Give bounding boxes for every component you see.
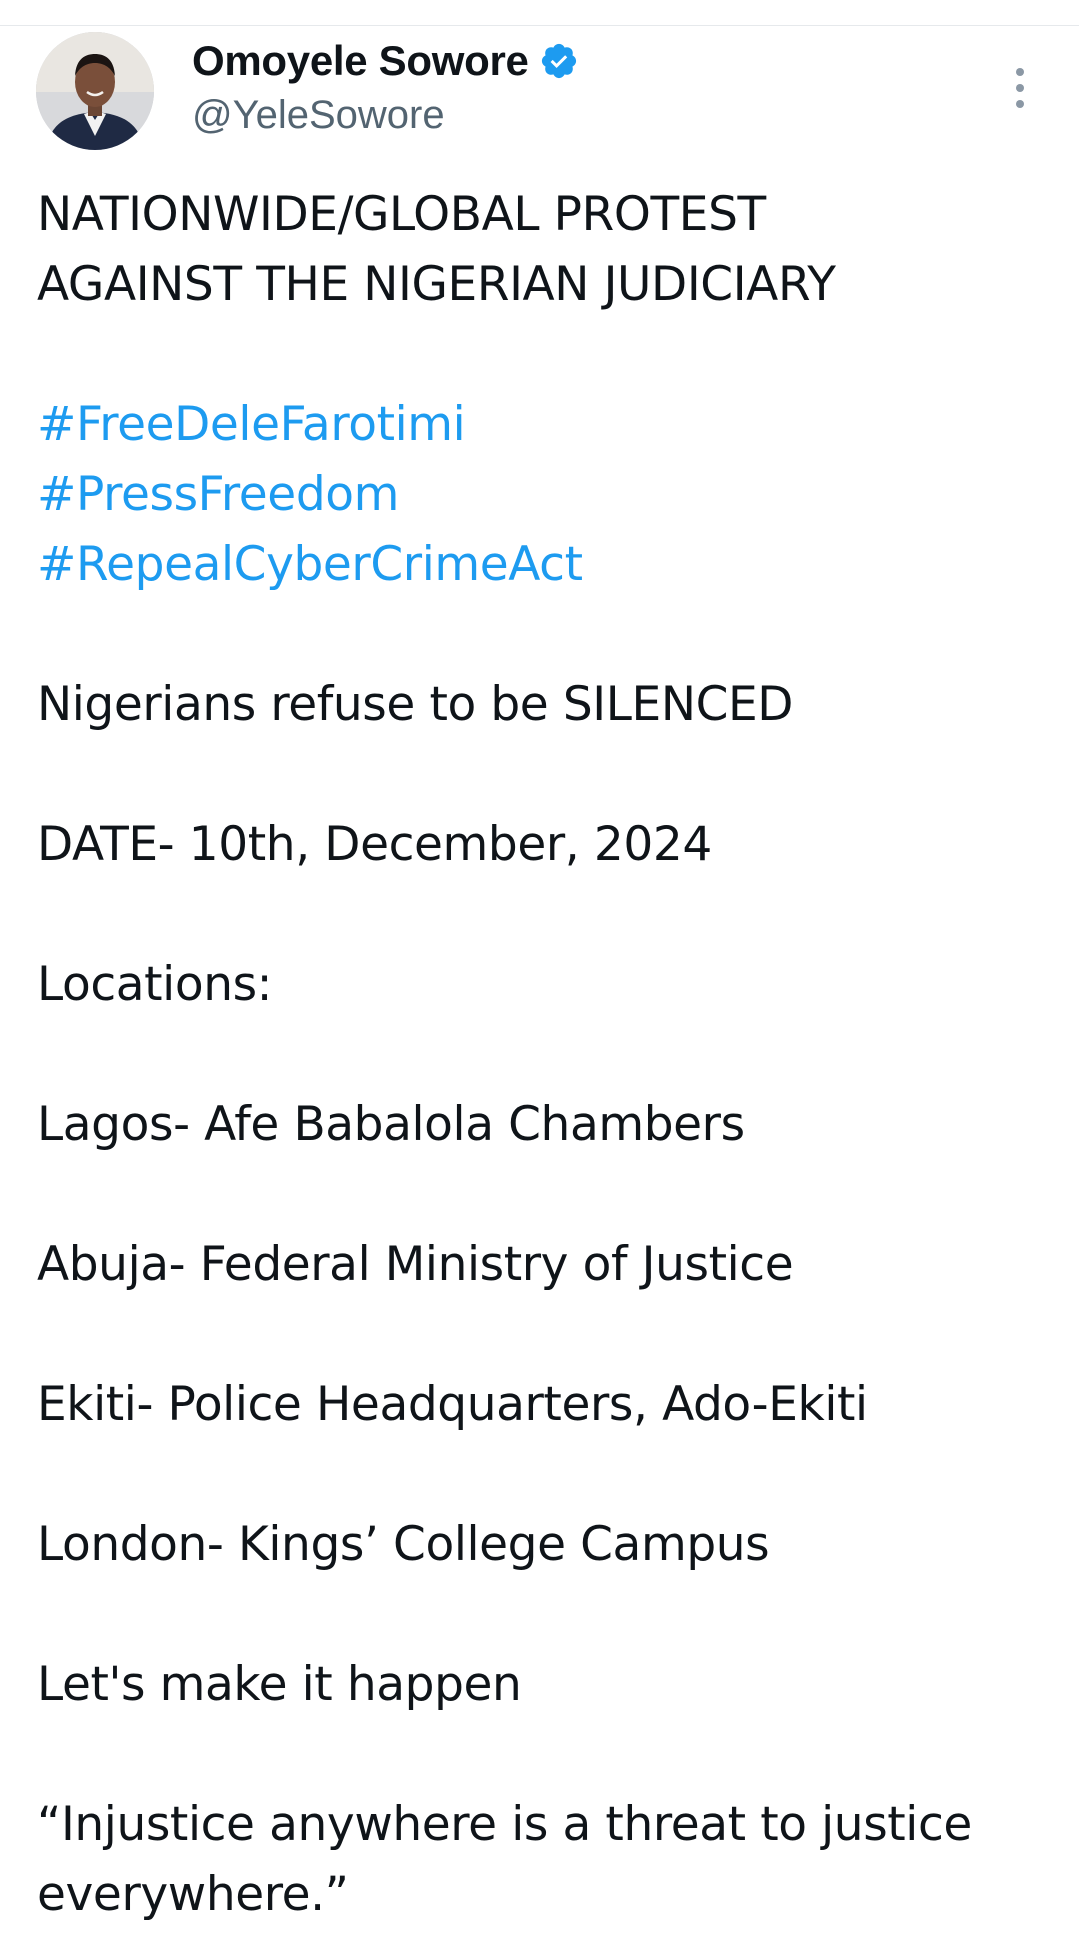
tweet-slogan: Nigerians refuse to be SILENCED — [37, 677, 794, 732]
hashtag-link[interactable]: #RepealCyberCrimeAct — [37, 537, 583, 592]
tweet-date: DATE- 10th, December, 2024 — [37, 817, 712, 872]
tweet-title-line-2: AGAINST THE NIGERIAN JUDICIARY — [37, 257, 836, 312]
location-item: Abuja- Federal Ministry of Justice — [37, 1237, 794, 1292]
author-display-name[interactable]: Omoyele Sowore — [192, 36, 529, 86]
author-handle[interactable]: @YeleSowore — [192, 88, 579, 142]
tweet-text: NATIONWIDE/GLOBAL PROTEST AGAINST THE NI… — [37, 180, 1047, 1930]
more-options-button[interactable] — [1000, 58, 1040, 118]
location-item: Lagos- Afe Babalola Chambers — [37, 1097, 745, 1152]
hashtag-link[interactable]: #PressFreedom — [37, 467, 399, 522]
avatar[interactable] — [36, 32, 154, 150]
display-name-row: Omoyele Sowore — [192, 36, 579, 86]
more-options-icon-dot — [1016, 84, 1024, 92]
tweet-header: Omoyele Sowore @YeleSowore — [0, 30, 1079, 154]
avatar-image — [36, 32, 154, 150]
location-item: London- Kings’ College Campus — [37, 1517, 770, 1572]
hashtag-link[interactable]: #FreeDeleFarotimi — [37, 397, 466, 452]
call-to-action: Let's make it happen — [37, 1657, 522, 1712]
locations-heading: Locations: — [37, 957, 273, 1012]
more-options-icon-dot — [1016, 100, 1024, 108]
top-divider — [0, 25, 1079, 26]
tweet-quote: “Injustice anywhere is a threat to justi… — [37, 1797, 972, 1922]
tweet-title-line-1: NATIONWIDE/GLOBAL PROTEST — [37, 187, 766, 242]
location-item: Ekiti- Police Headquarters, Ado-Ekiti — [37, 1377, 868, 1432]
verified-badge-icon[interactable] — [539, 41, 579, 81]
author-names: Omoyele Sowore @YeleSowore — [192, 36, 579, 142]
more-options-icon — [1016, 68, 1024, 76]
